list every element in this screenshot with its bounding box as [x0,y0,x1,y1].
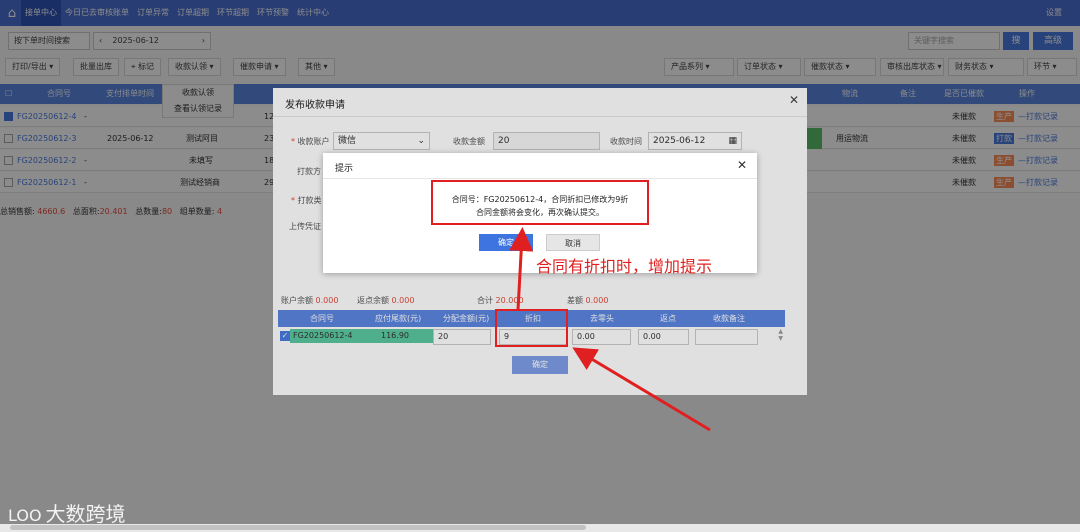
prompt-cancel-button[interactable]: 取消 [546,234,600,251]
watermark-logo-icon: LOO [8,506,42,525]
prompt-title: 提示 [335,164,354,174]
annotation-note: 合同有折扣时，增加提示 [536,257,713,276]
highlight-box-message [431,180,649,225]
highlight-box-discount [495,309,568,347]
horizontal-scrollbar[interactable] [0,524,1080,532]
watermark: LOO 大数跨境 [8,502,126,526]
close-icon[interactable]: ✕ [737,158,747,172]
divider [323,178,757,179]
prompt-ok-button[interactable]: 确定 [479,234,533,251]
scrollbar-thumb[interactable] [10,525,586,530]
